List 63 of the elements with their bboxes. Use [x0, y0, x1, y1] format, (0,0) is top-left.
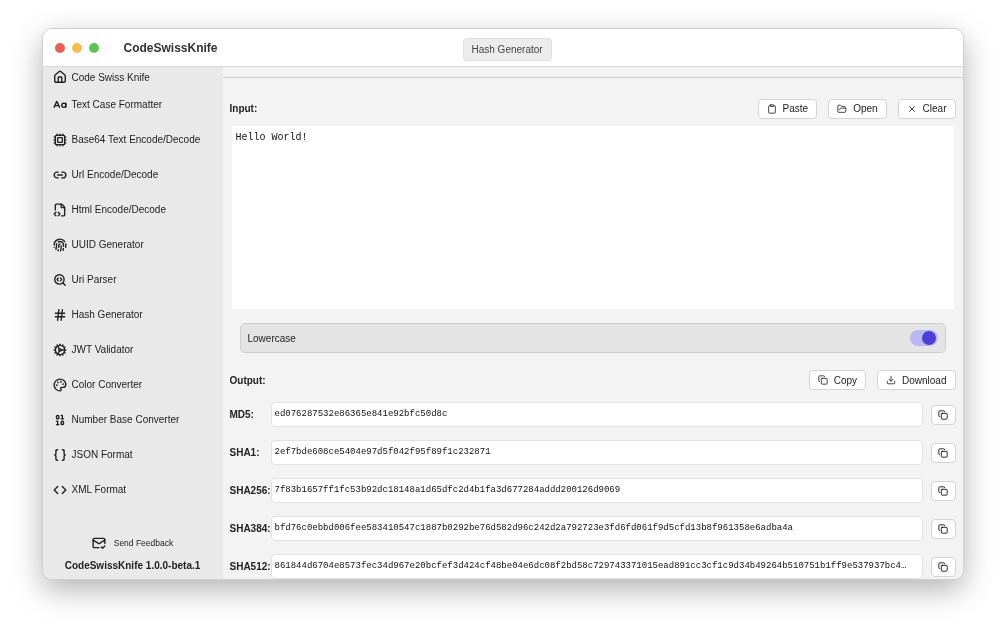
chip-icon [52, 132, 67, 147]
output-button[interactable]: Copy [808, 370, 866, 391]
file-code-icon [52, 202, 67, 217]
toolbar-button[interactable]: Paste [757, 98, 818, 119]
sidebar-item[interactable]: Html Encode/Decode [52, 192, 223, 227]
hash-value-field[interactable]: 861844d6704e8573fec34d967e20bcfef3d424cf48be04e6dc08f2bd58c729743371015ead891cc3cf1c9d34b49264b510751b1ff9e537937bc4… [270, 554, 923, 579]
hash-name: SHA512: [229, 560, 271, 574]
mail-icon [91, 536, 106, 550]
close-window-button[interactable] [54, 42, 65, 53]
copy-icon [938, 485, 948, 496]
output-label: Output: [229, 373, 266, 388]
output-button[interactable]: Download [877, 370, 956, 391]
clipboard-icon [766, 103, 777, 114]
gear-icon [52, 342, 67, 357]
copy-hash-button[interactable] [930, 518, 956, 539]
sidebar-item[interactable]: Uri Parser [52, 262, 223, 297]
copy-icon [938, 447, 948, 458]
hash-value-field[interactable]: 2ef7bde608ce5404e97d5f042f95f89f1c232871 [270, 440, 923, 465]
palette-icon [52, 377, 67, 392]
hash-value-field[interactable]: ed076287532e86365e841e92bfc50d8c [270, 402, 923, 427]
copy-hash-button[interactable] [930, 556, 956, 577]
braces-icon [52, 447, 67, 462]
copy-icon [938, 561, 948, 572]
hash-value-field[interactable]: 7f83b1657ff1fc53b92dc18148a1d65dfc2d4b1fa3d677284addd200126d9069 [270, 478, 923, 503]
sidebar-item[interactable]: Hash Generator [52, 297, 223, 332]
toolbar-button[interactable]: Clear [897, 98, 956, 119]
copy-icon [938, 409, 948, 420]
lowercase-toggle[interactable] [909, 330, 938, 347]
sidebar-item[interactable]: UUID Generator [52, 227, 223, 262]
sidebar-item[interactable]: Text Case Formatter [52, 87, 223, 122]
feedback-link[interactable]: Send Feedback [91, 536, 174, 550]
input-field[interactable]: Hello World! [231, 125, 954, 310]
copy-icon [817, 375, 828, 386]
current-tool-label: Hash Generator [462, 38, 552, 61]
hash-name: SHA256: [229, 484, 271, 498]
sidebar-item[interactable]: Base64 Text Encode/Decode [52, 122, 223, 157]
folder-icon [837, 103, 848, 114]
toolbar-button[interactable]: Open [828, 98, 887, 119]
sidebar-item[interactable]: JWT Validator [52, 332, 223, 367]
copy-hash-button[interactable] [930, 480, 956, 501]
sidebar-item[interactable]: Url Encode/Decode [52, 157, 223, 192]
sidebar-item[interactable]: XML Format [52, 472, 223, 507]
hash-name: SHA384: [229, 522, 271, 536]
sidebar-item[interactable]: Code Swiss Knife [52, 67, 223, 87]
hash-icon [52, 307, 67, 322]
version-label: CodeSwissKnife 1.0.0-beta.1 [64, 559, 201, 573]
close-icon [906, 103, 917, 114]
hash-name: SHA1: [229, 446, 261, 460]
hash-value-field[interactable]: bfd76c0ebbd006fee583410547c1887b0292be76d582d96c242d2a792723e3fd6fd061f9d5cfd13b8f961358e6adba4a [270, 516, 923, 541]
sidebar-item[interactable]: JSON Format [52, 437, 223, 472]
copy-icon [938, 523, 948, 534]
download-icon [886, 375, 896, 386]
copy-hash-button[interactable] [930, 404, 956, 425]
fingerprint-icon [52, 237, 67, 252]
house-icon [52, 70, 67, 84]
sidebar-item[interactable]: Color Converter [52, 367, 223, 402]
lowercase-label: Lowercase [247, 331, 296, 346]
window-title: CodeSwissKnife [123, 39, 218, 57]
sidebar-item[interactable]: Number Base Converter [52, 402, 223, 437]
copy-hash-button[interactable] [930, 442, 956, 463]
input-label: Input: [229, 102, 258, 117]
search-icon [52, 272, 67, 287]
hash-name: MD5: [229, 408, 255, 422]
